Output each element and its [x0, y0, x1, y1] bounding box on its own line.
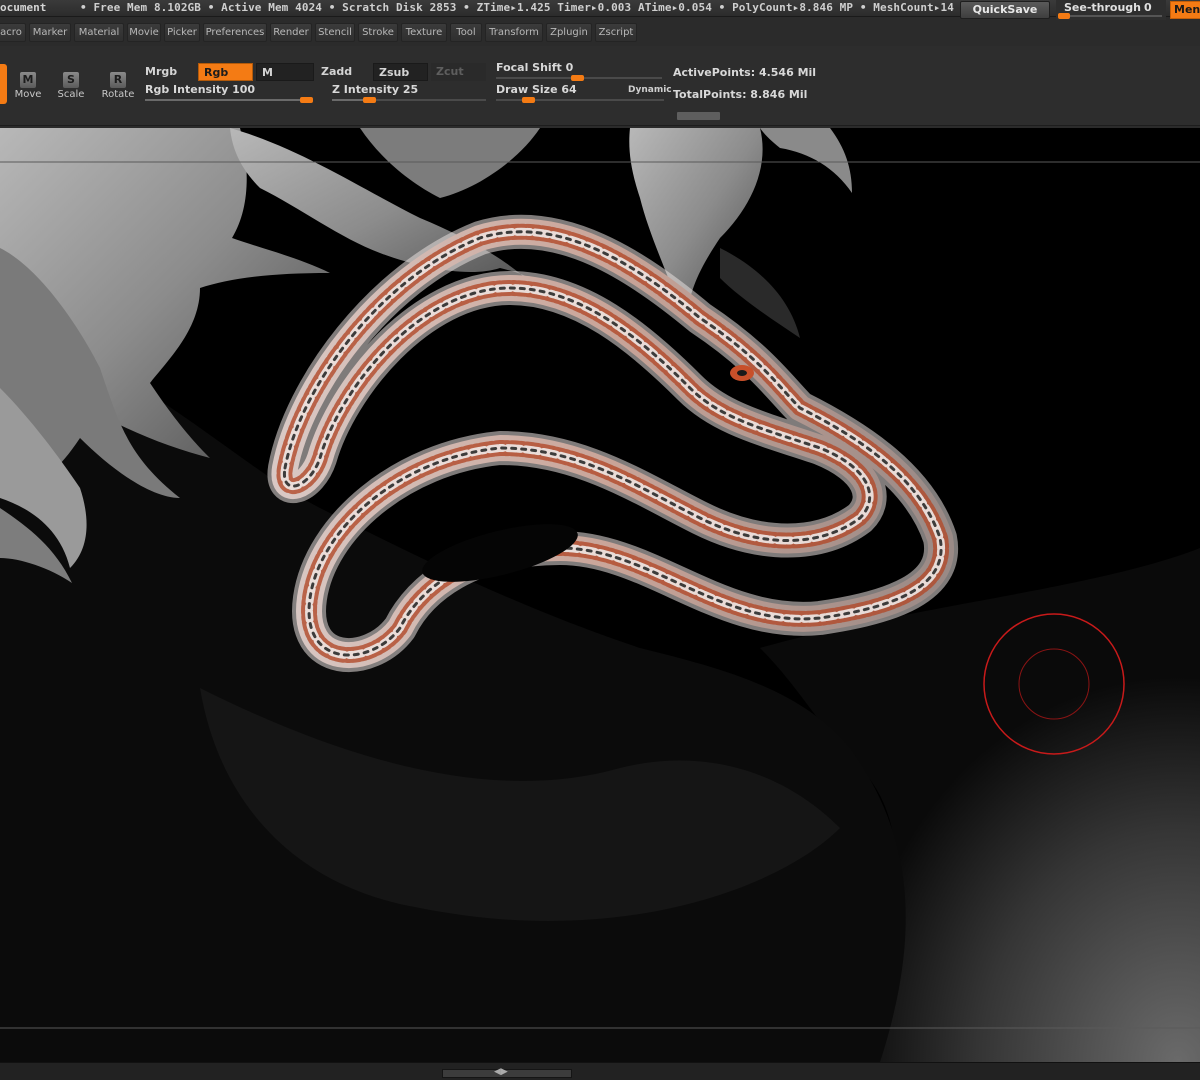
total-points-readout: TotalPoints: 8.846 Mil: [673, 88, 808, 101]
zadd-button[interactable]: Zadd: [316, 63, 371, 81]
sculpt-render: [0, 128, 1200, 1062]
menu-movie[interactable]: Movie: [127, 23, 161, 42]
menus-button[interactable]: Menu: [1170, 1, 1200, 19]
expand-arrows-icon[interactable]: ◀▶: [494, 1067, 508, 1077]
z-intensity-knob[interactable]: [362, 97, 376, 103]
rgb-intensity-label: Rgb Intensity: [145, 83, 229, 96]
z-intensity-slider[interactable]: Z Intensity 25: [332, 83, 488, 103]
menu-preferences[interactable]: Preferences: [203, 23, 267, 42]
see-through-slider[interactable]: See-through 0: [1056, 0, 1166, 20]
rgb-intensity-knob[interactable]: [300, 97, 313, 103]
see-through-knob[interactable]: [1058, 13, 1070, 19]
scale-button[interactable]: S Scale: [51, 68, 91, 104]
menu-zplugin[interactable]: Zplugin: [546, 23, 592, 42]
mrgb-button[interactable]: Mrgb: [140, 63, 196, 81]
document-title: ocument: [0, 1, 47, 14]
focal-shift-value: 0: [565, 61, 574, 74]
menu-macro[interactable]: acro: [0, 23, 26, 42]
active-points-readout: ActivePoints: 4.546 Mil: [673, 66, 817, 79]
menu-material[interactable]: Material: [74, 23, 124, 42]
shelf-scroll-handle[interactable]: [677, 112, 720, 120]
rgb-button[interactable]: Rgb: [198, 63, 253, 81]
focal-shift-label: Focal Shift: [496, 61, 562, 74]
rgb-intensity-value: 100: [232, 83, 256, 96]
top-shelf: M Move S Scale R Rotate Mrgb Rgb M Zadd …: [0, 46, 1200, 126]
rotate-icon: R: [110, 72, 126, 88]
menu-stroke[interactable]: Stroke: [358, 23, 398, 42]
bottom-tray: ◀▶: [0, 1062, 1200, 1080]
memory-stats: • Free Mem 8.102GB • Active Mem 4024 • S…: [80, 1, 954, 14]
menu-transform[interactable]: Transform: [485, 23, 543, 42]
focal-shift-knob[interactable]: [571, 75, 584, 81]
see-through-track: [1058, 15, 1162, 17]
scale-icon: S: [63, 72, 79, 88]
menu-render[interactable]: Render: [270, 23, 312, 42]
stroke-orange-spot-core: [737, 370, 747, 376]
canvas-viewport[interactable]: [0, 128, 1200, 1062]
move-label: Move: [14, 89, 42, 100]
draw-size-knob[interactable]: [521, 97, 535, 103]
zcut-button[interactable]: Zcut: [431, 63, 486, 81]
move-button[interactable]: M Move: [8, 68, 48, 104]
z-intensity-label: Z Intensity: [332, 83, 400, 96]
dynamic-toggle[interactable]: Dynamic: [628, 85, 672, 95]
see-through-value: 0: [1144, 1, 1152, 14]
menu-picker[interactable]: Picker: [164, 23, 200, 42]
draw-size-value: 64: [561, 83, 577, 96]
draw-size-label: Draw Size: [496, 83, 558, 96]
menu-stencil[interactable]: Stencil: [315, 23, 355, 42]
zsub-button[interactable]: Zsub: [373, 63, 428, 81]
menu-tool[interactable]: Tool: [450, 23, 482, 42]
main-menu: acro Marker Material Movie Picker Prefer…: [0, 20, 1200, 46]
quicksave-button[interactable]: QuickSave: [960, 1, 1050, 19]
rgb-intensity-slider[interactable]: Rgb Intensity 100: [145, 83, 315, 103]
focal-shift-slider[interactable]: Focal Shift 0: [496, 61, 662, 81]
see-through-label: See-through: [1064, 1, 1142, 14]
z-intensity-value: 25: [402, 83, 419, 96]
move-icon: M: [20, 72, 36, 88]
menu-marker[interactable]: Marker: [29, 23, 71, 42]
scale-label: Scale: [57, 89, 85, 100]
draw-mode-button[interactable]: [0, 64, 7, 104]
menu-texture[interactable]: Texture: [401, 23, 447, 42]
rotate-button[interactable]: R Rotate: [98, 68, 138, 104]
rotate-label: Rotate: [101, 89, 135, 100]
menu-zscript[interactable]: Zscript: [595, 23, 637, 42]
rgb-intensity-fill: [145, 99, 313, 101]
m-button[interactable]: M: [256, 63, 314, 81]
